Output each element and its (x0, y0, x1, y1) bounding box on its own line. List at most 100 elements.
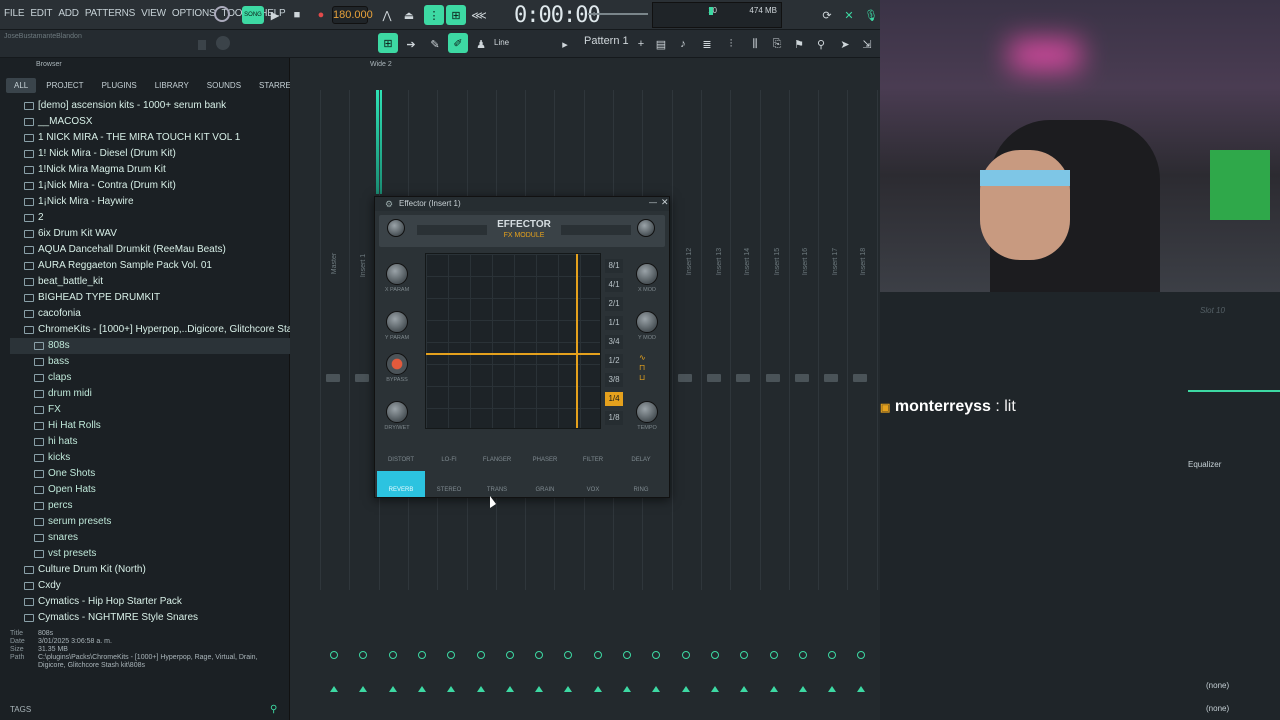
effect-button-lofi[interactable]: LO-FI (425, 441, 473, 467)
browser-item[interactable]: beat_battle_kit (10, 274, 290, 290)
mixer-arm-icon[interactable] (447, 686, 456, 692)
mixer-arm-icon[interactable] (740, 686, 749, 692)
piano-roll-icon[interactable]: ♪ (674, 35, 692, 53)
mixer-arm-icon[interactable] (417, 686, 426, 692)
clipboard-icon[interactable]: ⎘ (768, 35, 786, 53)
tempo-dial-icon[interactable] (214, 6, 230, 22)
mixer-arm-icon[interactable] (535, 686, 544, 692)
browser-item[interactable]: percs (10, 498, 290, 514)
division-button[interactable]: 4/1 (605, 278, 623, 292)
tempo-knob[interactable] (216, 36, 230, 50)
arrow-icon[interactable]: ➔ (402, 35, 420, 53)
record-button[interactable]: ● (312, 6, 330, 24)
plugin-icon[interactable]: ⚑ (790, 35, 808, 53)
send-none-2[interactable]: (none) (1206, 704, 1229, 713)
pattern-prev-icon[interactable]: ▸ (556, 35, 574, 53)
send-none-1[interactable]: (none) (1206, 681, 1229, 690)
mixer-arm-icon[interactable] (359, 686, 368, 692)
mixer-arm-icon[interactable] (769, 686, 778, 692)
tempo-tap-icon[interactable]: ➤ (836, 35, 854, 53)
mixer-fader[interactable] (736, 374, 751, 382)
mixer-route-icon[interactable] (681, 651, 690, 659)
browser-item[interactable]: 6ix Drum Kit WAV (10, 226, 290, 242)
help-icon[interactable]: ⚲ (812, 35, 830, 53)
mixer-route-icon[interactable] (417, 651, 426, 659)
browser-item[interactable]: BIGHEAD TYPE DRUMKIT (10, 290, 290, 306)
browser-item[interactable]: AQUA Dancehall Drumkit (ReeMau Beats) (10, 242, 290, 258)
browser-item[interactable]: Hi Hat Rolls (10, 418, 290, 434)
minimize-icon[interactable]: — (649, 198, 657, 207)
browser-item[interactable]: 1 NICK MIRA - THE MIRA TOUCH KIT VOL 1 (10, 130, 290, 146)
division-button[interactable]: 8/1 (605, 259, 623, 273)
brush-icon[interactable]: ✐ (448, 33, 468, 53)
mixer-arm-icon[interactable] (710, 686, 719, 692)
effect-button-ring[interactable]: RING (617, 471, 665, 497)
mixer-arm-icon[interactable] (798, 686, 807, 692)
dock-icon[interactable]: ⇲ (858, 35, 876, 53)
division-button[interactable]: 3/4 (605, 335, 623, 349)
countdown-icon[interactable]: ⋮ (424, 5, 444, 25)
mixer-fader[interactable] (824, 374, 839, 382)
browser-item[interactable]: claps (10, 370, 290, 386)
channel-rack-icon[interactable]: ⊞ (378, 33, 398, 53)
mixer-arm-icon[interactable] (652, 686, 661, 692)
browser-item[interactable]: serum presets (10, 514, 290, 530)
stop-button[interactable]: ■ (288, 6, 306, 24)
mixer-fader[interactable] (853, 374, 868, 382)
browser-item[interactable]: kicks (10, 450, 290, 466)
menu-file[interactable]: FILE (4, 8, 25, 19)
mixer-arm-icon[interactable] (828, 686, 837, 692)
mixer-route-icon[interactable] (505, 651, 514, 659)
mixer-fader[interactable] (326, 374, 340, 382)
browser-item[interactable]: [demo] ascension kits - 1000+ serum bank (10, 98, 290, 114)
mixer-arm-icon[interactable] (330, 686, 338, 692)
effect-button-filter[interactable]: FILTER (569, 441, 617, 467)
gain-in-knob[interactable] (387, 219, 405, 237)
stamp-icon[interactable]: ♟ (472, 35, 490, 53)
browser-item[interactable]: One Shots (10, 466, 290, 482)
browser-item[interactable]: 2 (10, 210, 290, 226)
browser-item[interactable]: Cymatics - Hip Hop Starter Pack (10, 594, 290, 610)
browser-item[interactable]: 808s (10, 338, 290, 354)
tab-project[interactable]: PROJECT (38, 78, 91, 93)
menu-patterns[interactable]: PATTERNS (85, 8, 135, 19)
y-mod-knob[interactable] (636, 311, 658, 333)
tab-sounds[interactable]: SOUNDS (199, 78, 249, 93)
division-button[interactable]: 3/8 (605, 373, 623, 387)
bypass-button[interactable] (386, 353, 408, 375)
effect-button-trans[interactable]: TRANS (473, 471, 521, 497)
browser-item[interactable]: vst presets (10, 546, 290, 562)
close-all-icon[interactable]: ✕ (840, 6, 858, 24)
mixer-arm-icon[interactable] (857, 686, 866, 692)
menu-view[interactable]: VIEW (141, 8, 166, 19)
browser-item[interactable]: 1¡Nick Mira - Haywire (10, 194, 290, 210)
mixer-arm-icon[interactable] (505, 686, 514, 692)
browser-item[interactable]: AURA Reggaeton Sample Pack Vol. 01 (10, 258, 290, 274)
tempo-display[interactable]: 180.000 (332, 6, 373, 24)
browser-item[interactable]: 1¡Nick Mira - Contra (Drum Kit) (10, 178, 290, 194)
add-pattern-icon[interactable]: + (632, 35, 650, 53)
browser-item[interactable]: snares (10, 530, 290, 546)
mixer-arm-icon[interactable] (564, 686, 573, 692)
mixer-route-icon[interactable] (798, 651, 807, 659)
channel-icon[interactable]: ⫼ (746, 35, 764, 53)
browser-item[interactable]: Culture Drum Kit (North) (10, 562, 290, 578)
effect-button-vox[interactable]: VOX (569, 471, 617, 497)
browser-icon[interactable]: ≣ (698, 35, 716, 53)
gear-icon[interactable]: ⚙ (385, 199, 393, 210)
browser-item[interactable]: 1! Nick Mira - Diesel (Drum Kit) (10, 146, 290, 162)
x-mod-knob[interactable] (636, 263, 658, 285)
play-button[interactable]: ▶ (266, 6, 284, 24)
slot-label[interactable]: Slot 10 (1200, 306, 1225, 315)
menu-edit[interactable]: EDIT (30, 8, 52, 19)
browser-title[interactable]: Browser (36, 61, 62, 68)
xy-pad[interactable] (425, 253, 601, 429)
mic-icon[interactable]: 🎙 (862, 6, 880, 24)
refresh-icon[interactable]: ⟳ (818, 6, 836, 24)
mixer-fader[interactable] (765, 374, 780, 382)
effect-button-reverb[interactable]: REVERB (377, 471, 425, 497)
browser-item[interactable]: drum midi (10, 386, 290, 402)
mixer-fader[interactable] (794, 374, 809, 382)
song-pattern-toggle[interactable]: SONG (242, 6, 264, 24)
division-button[interactable]: 1/4 (605, 392, 623, 406)
